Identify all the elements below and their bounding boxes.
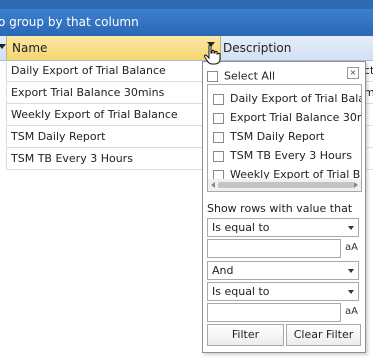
logic-operator-select[interactable]: And: [207, 261, 359, 280]
filter-value-input-2[interactable]: [207, 303, 341, 322]
top-strip: [0, 0, 373, 9]
table-cell-name: Export Trial Balance 30mins: [11, 86, 165, 99]
scroll-thumb[interactable]: [218, 182, 354, 188]
select-all-checkbox[interactable]: Select All: [207, 69, 275, 83]
match-case-toggle-1[interactable]: aA: [344, 239, 359, 256]
group-panel-hint: o group by that column: [0, 15, 139, 29]
checkbox-icon: [213, 93, 224, 105]
scroll-left-icon[interactable]: [211, 182, 215, 188]
logic-operator-value: And: [212, 264, 234, 277]
show-rows-label: Show rows with value that: [207, 202, 353, 215]
filter-popup: Select All × Daily Export of Trial Balan…: [202, 61, 366, 353]
filter-value-item[interactable]: TSM TB Every 3 Hours: [213, 149, 352, 162]
column-header-name[interactable]: Name: [6, 36, 221, 60]
group-panel: o group by that column: [0, 9, 373, 36]
clear-filter-button[interactable]: Clear Filter: [286, 324, 361, 346]
checkbox-icon: [213, 112, 224, 124]
grid-header: Name Description: [0, 36, 373, 61]
operator-select-1-value: Is equal to: [212, 221, 270, 234]
scroll-right-icon[interactable]: [354, 182, 358, 188]
filter-value-input-1[interactable]: [207, 239, 341, 258]
filter-value-item[interactable]: Daily Export of Trial Balance: [213, 92, 361, 105]
hand-pointer-icon: [203, 44, 221, 65]
filter-button[interactable]: Filter: [207, 324, 284, 346]
checkbox-icon: [213, 131, 224, 143]
checkbox-icon: [207, 70, 218, 82]
filter-value-label: TSM TB Every 3 Hours: [230, 149, 352, 162]
checkbox-icon: [213, 150, 224, 162]
table-cell-name: Weekly Export of Trial Balance: [11, 108, 178, 121]
chevron-down-icon: [348, 226, 354, 230]
table-cell-name: Daily Export of Trial Balance: [11, 64, 166, 77]
operator-select-2-value: Is equal to: [212, 285, 270, 298]
column-header-name-label: Name: [12, 41, 48, 55]
operator-select-1[interactable]: Is equal to: [207, 218, 359, 237]
table-cell-name: TSM TB Every 3 Hours: [11, 152, 133, 165]
operator-select-2[interactable]: Is equal to: [207, 282, 359, 301]
column-header-description-label: Description: [223, 41, 292, 55]
chevron-down-icon: [348, 290, 354, 294]
filter-value-label: TSM Daily Report: [230, 130, 325, 143]
column-header-description[interactable]: Description: [220, 36, 373, 60]
filter-value-item[interactable]: Export Trial Balance 30mins: [213, 111, 361, 124]
filter-value-label: Daily Export of Trial Balance: [230, 92, 361, 105]
chevron-down-icon: [348, 269, 354, 273]
select-all-label: Select All: [224, 69, 276, 83]
filter-values-list[interactable]: Daily Export of Trial Balance Export Tri…: [207, 84, 362, 192]
filter-value-label: Export Trial Balance 30mins: [230, 111, 361, 124]
match-case-toggle-2[interactable]: aA: [344, 303, 359, 320]
table-cell-name: TSM Daily Report: [11, 130, 106, 143]
horizontal-scrollbar[interactable]: [208, 179, 361, 191]
close-icon[interactable]: ×: [347, 67, 359, 79]
filter-value-item[interactable]: TSM Daily Report: [213, 130, 324, 143]
